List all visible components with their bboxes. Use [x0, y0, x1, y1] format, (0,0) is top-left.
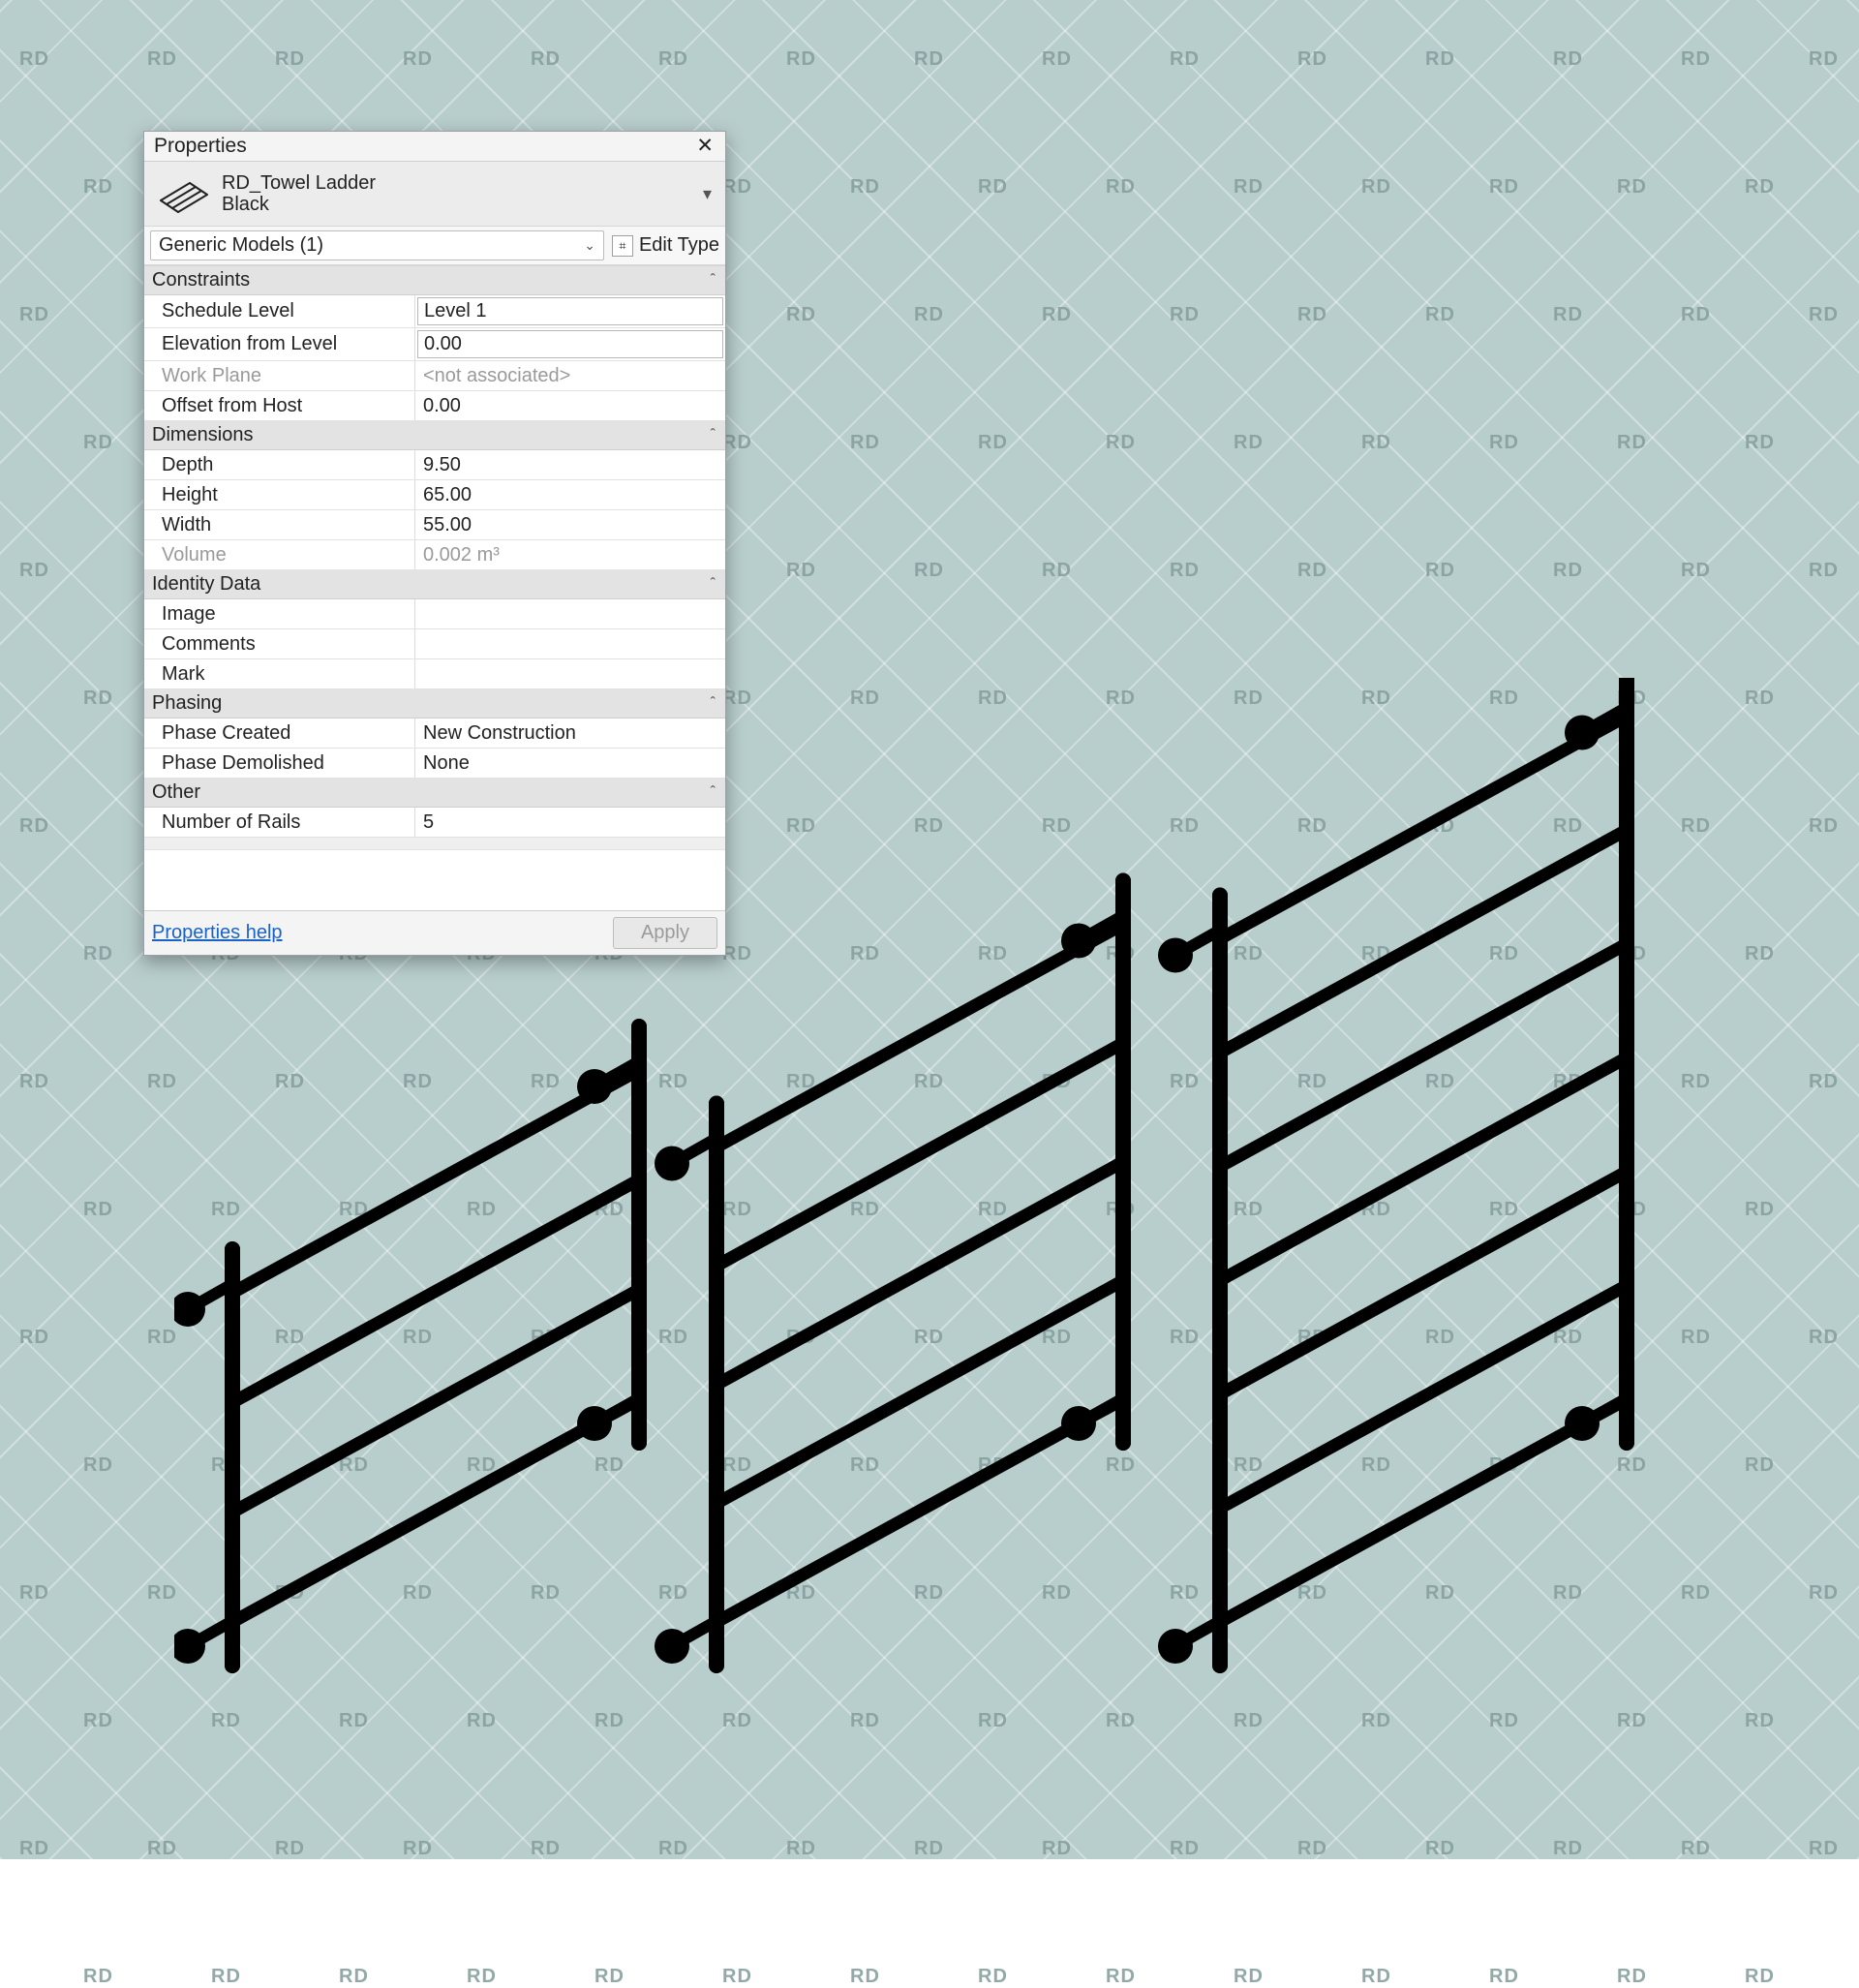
property-value-input[interactable]	[415, 511, 703, 539]
property-label: Comments	[144, 629, 414, 658]
property-value-cell	[414, 659, 725, 688]
property-row: Depth	[144, 450, 725, 480]
property-label: Image	[144, 599, 414, 628]
property-row: Image	[144, 599, 725, 629]
group-header[interactable]: Constraints ˆ	[144, 266, 725, 295]
group-title: Dimensions	[152, 424, 253, 446]
property-row: Elevation from Level	[144, 328, 725, 361]
property-label: Number of Rails	[144, 808, 414, 837]
property-value-input[interactable]	[415, 392, 725, 420]
edit-type-label: Edit Type	[639, 234, 719, 257]
property-label: Depth	[144, 450, 414, 479]
property-value-cell	[414, 295, 725, 327]
property-value-input	[415, 362, 725, 390]
property-label: Offset from Host	[144, 391, 414, 420]
property-label: Height	[144, 480, 414, 509]
property-value-input[interactable]	[415, 481, 703, 509]
property-label: Volume	[144, 540, 414, 569]
property-label: Elevation from Level	[144, 328, 414, 360]
properties-panel: Properties ✕ RD_Towel Ladder Black ▾	[143, 131, 726, 956]
property-value-input[interactable]	[417, 297, 723, 325]
property-row: Offset from Host	[144, 391, 725, 421]
property-value-cell	[414, 629, 725, 658]
property-value-cell	[414, 480, 725, 509]
property-value-input[interactable]	[415, 660, 725, 688]
collapse-icon: ˆ	[711, 695, 716, 713]
property-row: Volume	[144, 540, 725, 570]
property-value-input[interactable]	[415, 809, 703, 837]
grid-spacer	[144, 850, 725, 910]
property-label: Work Plane	[144, 361, 414, 390]
chevron-down-icon: ⌄	[584, 237, 595, 254]
edit-type-button[interactable]: ⌗ Edit Type	[612, 234, 719, 257]
property-row: Schedule Level	[144, 295, 725, 328]
property-value-input[interactable]	[415, 749, 703, 778]
property-label: Width	[144, 510, 414, 539]
property-row: Height	[144, 480, 725, 510]
property-row: Phase Demolished	[144, 749, 725, 779]
property-row: Work Plane	[144, 361, 725, 391]
property-label: Schedule Level	[144, 295, 414, 327]
edit-type-icon: ⌗	[612, 235, 633, 257]
property-value-input[interactable]	[415, 719, 703, 748]
property-value-cell	[414, 328, 725, 360]
property-value-cell	[414, 808, 725, 837]
close-icon[interactable]: ✕	[692, 134, 717, 159]
collapse-icon: ˆ	[711, 427, 716, 444]
group-title: Other	[152, 781, 200, 804]
property-value-cell	[414, 361, 725, 390]
collapse-icon: ˆ	[711, 784, 716, 802]
property-grid: Constraints ˆ Schedule LevelElevation from…	[144, 265, 725, 850]
collapse-icon: ˆ	[711, 272, 716, 290]
group-header[interactable]: Dimensions ˆ	[144, 421, 725, 450]
property-value-input[interactable]	[415, 630, 725, 658]
property-label: Phase Demolished	[144, 749, 414, 778]
panel-titlebar[interactable]: Properties ✕	[144, 132, 725, 162]
property-value-cell	[414, 450, 725, 479]
group-header[interactable]: Phasing ˆ	[144, 689, 725, 719]
property-value-cell	[414, 749, 725, 778]
type-name-family: RD_Towel Ladder	[222, 172, 376, 194]
type-name: RD_Towel Ladder Black	[222, 172, 376, 215]
property-row: Number of Rails	[144, 808, 725, 838]
property-value-input	[415, 541, 725, 569]
group-title: Constraints	[152, 269, 250, 291]
property-value-cell	[414, 510, 725, 539]
property-value-cell	[414, 540, 725, 569]
property-row: Width	[144, 510, 725, 540]
collapse-icon: ˆ	[711, 576, 716, 594]
group-header[interactable]: Identity Data ˆ	[144, 570, 725, 599]
property-value-cell	[414, 599, 725, 628]
property-value-cell	[414, 719, 725, 748]
category-selector[interactable]: Generic Models (1) ⌄	[150, 230, 604, 260]
group-title: Phasing	[152, 692, 222, 715]
property-value-input[interactable]	[415, 451, 703, 479]
group-header[interactable]: Other ˆ	[144, 779, 725, 808]
grid-end-strip	[144, 838, 725, 850]
property-value-input[interactable]	[417, 330, 723, 358]
type-thumbnail	[152, 169, 212, 218]
category-selector-text: Generic Models (1)	[159, 234, 323, 257]
property-value-cell	[414, 391, 725, 420]
property-row: Phase Created	[144, 719, 725, 749]
property-row: Mark	[144, 659, 725, 689]
apply-button[interactable]: Apply	[613, 917, 717, 949]
properties-help-link[interactable]: Properties help	[152, 922, 283, 944]
property-row: Comments	[144, 629, 725, 659]
group-title: Identity Data	[152, 573, 260, 596]
type-selector-row[interactable]: RD_Towel Ladder Black ▾	[144, 162, 725, 227]
chevron-down-icon[interactable]: ▾	[703, 184, 716, 204]
property-label: Mark	[144, 659, 414, 688]
panel-title-text: Properties	[154, 135, 247, 158]
property-value-input[interactable]	[415, 600, 725, 628]
property-label: Phase Created	[144, 719, 414, 748]
type-name-type: Black	[222, 194, 376, 215]
